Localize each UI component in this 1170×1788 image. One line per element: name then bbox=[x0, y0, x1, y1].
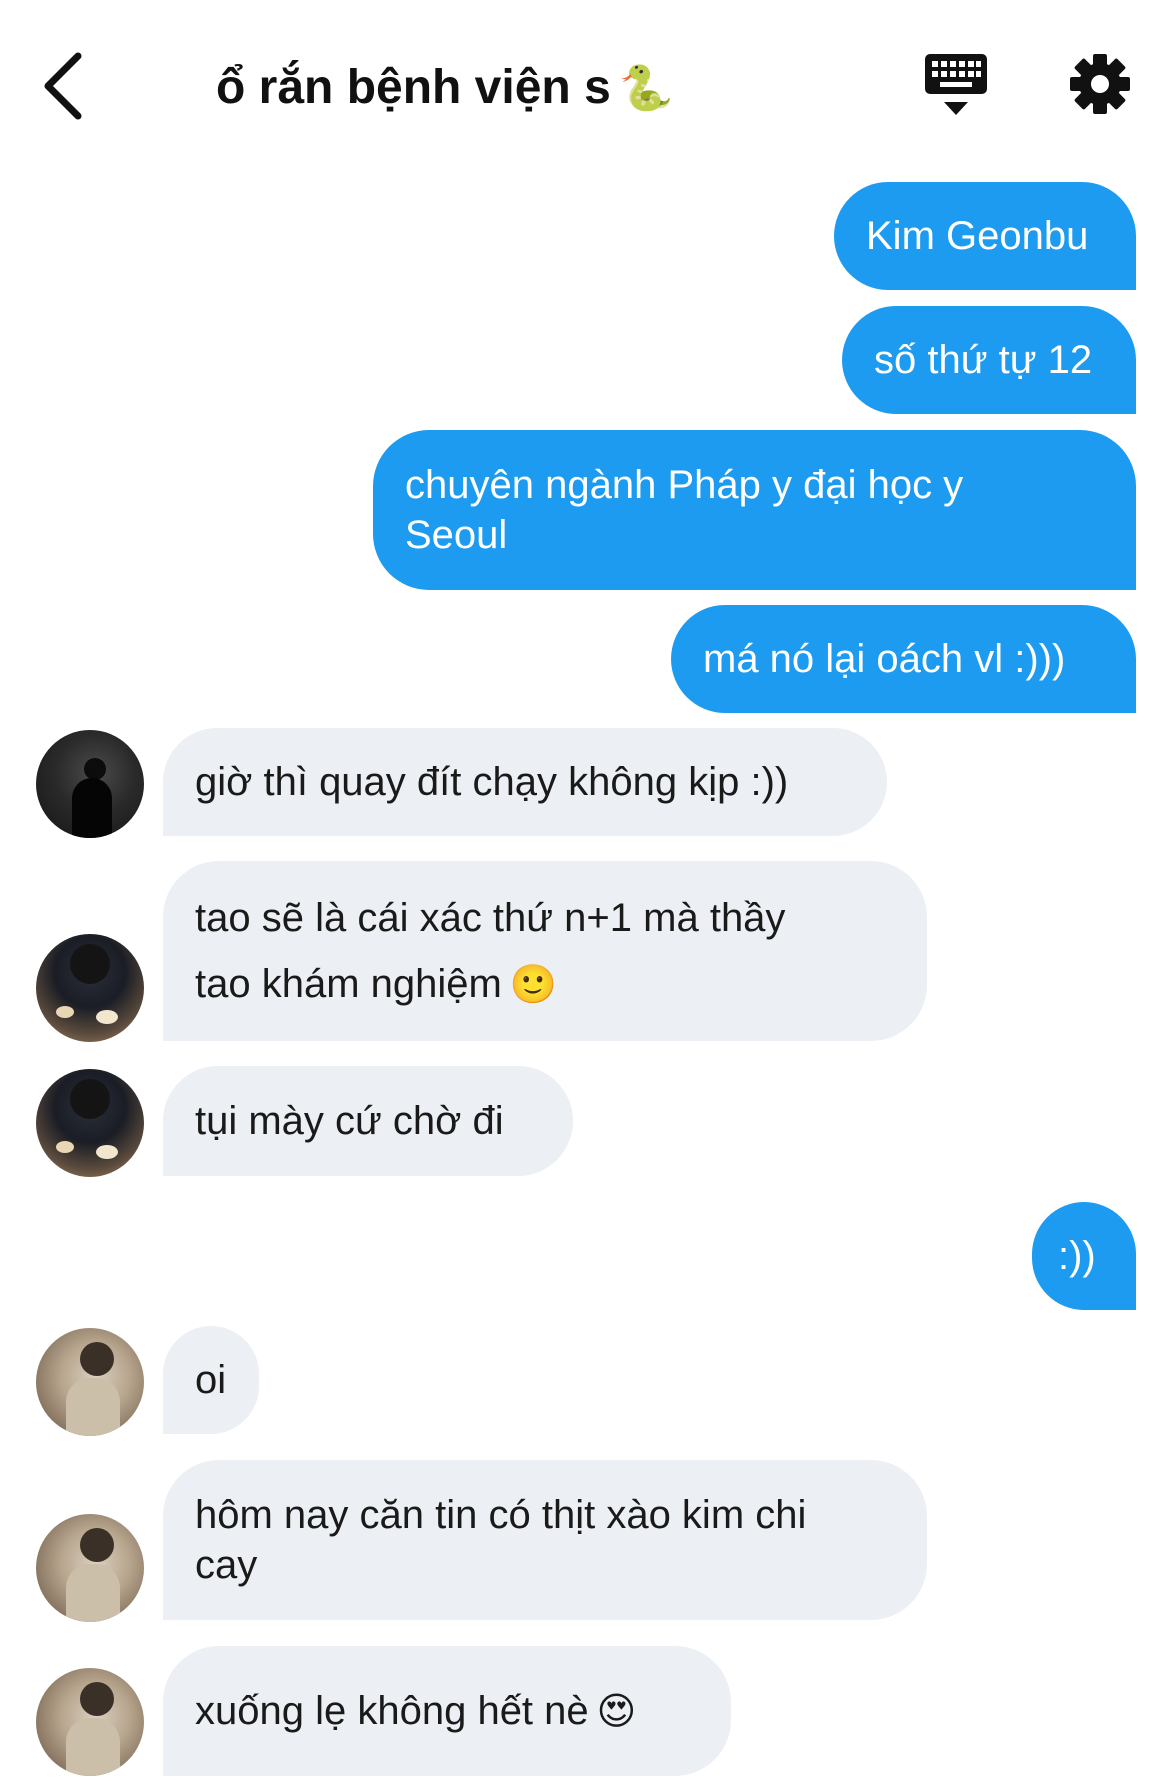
slightly-smiling-emoji: 🙂 bbox=[509, 963, 558, 1006]
avatar[interactable] bbox=[36, 1328, 144, 1436]
gear-icon bbox=[1070, 54, 1130, 114]
message-text: xuống lẹ không hết nè 😍 bbox=[195, 1686, 636, 1737]
message-text: :)) bbox=[1058, 1234, 1096, 1278]
outgoing-message[interactable]: Kim Geonbu bbox=[834, 182, 1136, 290]
incoming-message[interactable]: oi bbox=[163, 1326, 259, 1434]
incoming-message[interactable]: giờ thì quay đít chạy không kịp :)) bbox=[163, 728, 887, 836]
message-text: số thứ tự 12 bbox=[874, 338, 1093, 382]
avatar[interactable] bbox=[36, 730, 144, 838]
message-text: má nó lại oách vl :))) bbox=[703, 637, 1066, 681]
avatar[interactable] bbox=[36, 1668, 144, 1776]
outgoing-message[interactable]: số thứ tự 12 bbox=[842, 306, 1136, 414]
message-text: tụi mày cứ chờ đi bbox=[195, 1099, 504, 1143]
chat-screen: ổ rắn bệnh viện s 🐍 Kim Geonbu số thứ tự… bbox=[0, 0, 1170, 1788]
incoming-message[interactable]: tao sẽ là cái xác thứ n+1 mà thầy tao kh… bbox=[163, 861, 927, 1041]
snake-emoji: 🐍 bbox=[618, 64, 674, 113]
chat-header: ổ rắn bệnh viện s 🐍 bbox=[0, 0, 1170, 160]
message-text: Kim Geonbu bbox=[866, 214, 1089, 258]
avatar[interactable] bbox=[36, 934, 144, 1042]
incoming-message[interactable]: hôm nay căn tin có thịt xào kim chi cay bbox=[163, 1460, 927, 1620]
message-text: giờ thì quay đít chạy không kịp :)) bbox=[195, 760, 789, 804]
message-text-body: xuống lẹ không hết nè bbox=[195, 1688, 589, 1733]
chat-title: ổ rắn bệnh viện s 🐍 bbox=[216, 56, 674, 120]
back-button[interactable] bbox=[36, 48, 100, 124]
message-text-body: tao sẽ là cái xác thứ n+1 mà thầy tao kh… bbox=[195, 895, 786, 1006]
chat-title-text: ổ rắn bệnh viện s bbox=[216, 61, 611, 114]
incoming-message[interactable]: xuống lẹ không hết nè 😍 bbox=[163, 1646, 731, 1776]
avatar[interactable] bbox=[36, 1514, 144, 1622]
outgoing-message[interactable]: :)) bbox=[1032, 1202, 1136, 1310]
keyboard-icon bbox=[925, 54, 987, 115]
heart-eyes-emoji: 😍 bbox=[596, 1690, 637, 1733]
keyboard-button[interactable] bbox=[924, 52, 988, 118]
outgoing-message[interactable]: má nó lại oách vl :))) bbox=[671, 605, 1136, 713]
message-text: chuyên ngành Pháp y đại học y Seoul bbox=[405, 463, 964, 557]
avatar[interactable] bbox=[36, 1069, 144, 1177]
outgoing-message[interactable]: chuyên ngành Pháp y đại học y Seoul bbox=[373, 430, 1136, 590]
chevron-left-icon bbox=[44, 52, 82, 120]
incoming-message[interactable]: tụi mày cứ chờ đi bbox=[163, 1066, 573, 1176]
message-text: hôm nay căn tin có thịt xào kim chi cay bbox=[195, 1493, 807, 1587]
settings-button[interactable] bbox=[1068, 52, 1132, 116]
message-text: tao sẽ là cái xác thứ n+1 mà thầy tao kh… bbox=[195, 885, 785, 1018]
message-text: oi bbox=[195, 1358, 227, 1402]
